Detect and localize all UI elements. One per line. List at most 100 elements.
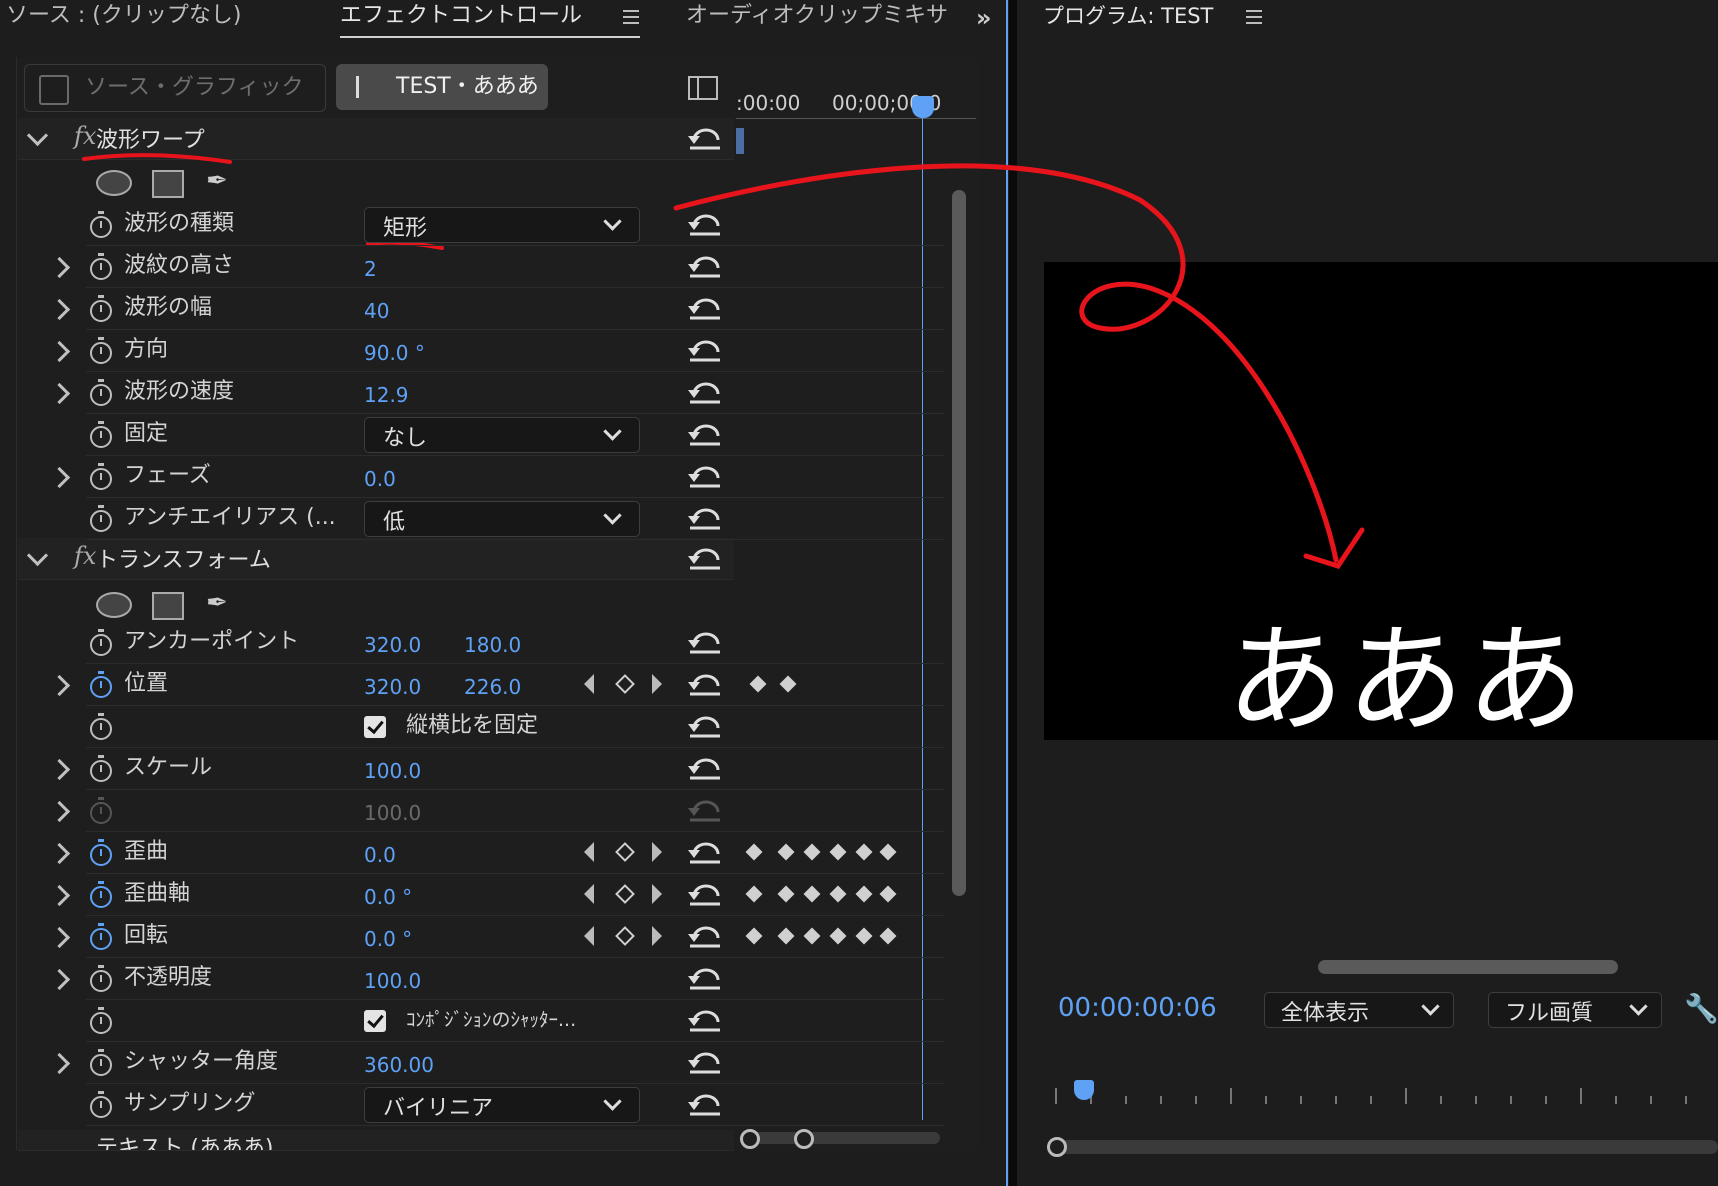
property-dropdown[interactable]: 矩形	[364, 207, 640, 243]
stopwatch-icon[interactable]	[90, 629, 112, 656]
program-playhead[interactable]	[1074, 1080, 1094, 1100]
rectangle-mask-icon[interactable]	[152, 592, 184, 620]
property-value[interactable]: 320.0	[364, 673, 421, 701]
fx-icon[interactable]: fx	[74, 122, 96, 150]
stopwatch-icon[interactable]	[90, 671, 112, 698]
property-value[interactable]: 40	[364, 297, 389, 325]
program-timecode[interactable]: 00:00:00:06	[1058, 993, 1217, 1023]
reset-icon[interactable]	[688, 966, 722, 990]
fx-icon[interactable]: fx	[74, 542, 96, 570]
stopwatch-icon[interactable]	[90, 421, 112, 448]
prev-keyframe-icon[interactable]	[584, 884, 594, 904]
quality-dropdown[interactable]: フル画質	[1488, 992, 1662, 1028]
tab-effect-controls[interactable]: エフェクトコントロール	[340, 0, 582, 32]
program-zoom-handle[interactable]	[1047, 1137, 1067, 1157]
reset-icon[interactable]	[688, 296, 722, 320]
more-tabs-icon[interactable]: »	[976, 4, 992, 32]
text-section-header[interactable]: テキスト (あああ)	[18, 1130, 734, 1151]
transform-reset-icon[interactable]	[688, 546, 722, 570]
wave-warp-reset-icon[interactable]	[688, 126, 722, 150]
ellipse-mask-icon[interactable]	[96, 170, 132, 196]
program-menu-icon[interactable]	[1246, 10, 1262, 24]
reset-icon[interactable]	[688, 882, 722, 906]
property-value[interactable]: 226.0	[464, 673, 521, 701]
stopwatch-icon[interactable]	[90, 965, 112, 992]
prev-keyframe-icon[interactable]	[584, 926, 594, 946]
comp-shutter-checkbox[interactable]	[364, 1010, 386, 1032]
reset-icon[interactable]	[688, 338, 722, 362]
reset-icon[interactable]	[688, 1092, 722, 1116]
property-value[interactable]: 0.0	[364, 465, 396, 493]
ellipse-mask-icon[interactable]	[96, 592, 132, 618]
reset-icon[interactable]	[688, 840, 722, 864]
reset-icon[interactable]	[688, 630, 722, 654]
reset-icon[interactable]	[688, 1050, 722, 1074]
keyframe-navigator[interactable]	[584, 842, 674, 866]
reset-icon[interactable]	[688, 798, 722, 822]
keyframe-navigator[interactable]	[584, 884, 674, 908]
program-zoom-bar[interactable]	[1048, 1140, 1718, 1154]
reset-icon[interactable]	[688, 380, 722, 404]
keyframe-navigator[interactable]	[584, 674, 674, 698]
stopwatch-icon[interactable]	[90, 1007, 112, 1034]
program-hscroll[interactable]	[1318, 960, 1618, 974]
keyframe-navigator[interactable]	[584, 926, 674, 950]
stopwatch-icon[interactable]	[90, 923, 112, 950]
settings-wrench-icon[interactable]: 🔧	[1684, 992, 1718, 1025]
prev-keyframe-icon[interactable]	[584, 842, 594, 862]
panel-divider[interactable]	[1006, 0, 1008, 1186]
stopwatch-icon[interactable]	[90, 881, 112, 908]
reset-icon[interactable]	[688, 756, 722, 780]
add-keyframe-icon[interactable]	[615, 884, 635, 904]
effect-controls-menu-icon[interactable]	[623, 10, 639, 24]
zoom-handle-left[interactable]	[740, 1129, 760, 1149]
property-value[interactable]: 2	[364, 255, 377, 283]
tab-source[interactable]: ソース : (クリップなし)	[6, 0, 241, 32]
property-value[interactable]: 0.0 °	[364, 883, 412, 911]
collapse-wave-warp-icon[interactable]	[26, 124, 49, 147]
next-keyframe-icon[interactable]	[652, 926, 662, 946]
next-keyframe-icon[interactable]	[652, 674, 662, 694]
reset-icon[interactable]	[688, 1008, 722, 1032]
add-keyframe-icon[interactable]	[615, 842, 635, 862]
pen-mask-icon[interactable]: ✒	[206, 166, 228, 196]
next-keyframe-icon[interactable]	[652, 842, 662, 862]
toggle-timeline-icon[interactable]	[688, 76, 718, 100]
fit-dropdown[interactable]: 全体表示	[1264, 992, 1454, 1028]
timeline-zoom-bar[interactable]	[740, 1132, 940, 1144]
property-dropdown[interactable]: 低	[364, 501, 640, 537]
stopwatch-icon[interactable]	[90, 295, 112, 322]
stopwatch-icon[interactable]	[90, 253, 112, 280]
sequence-clip-button[interactable]: TEST・あああ	[336, 64, 548, 110]
timeline-vscroll[interactable]	[952, 190, 966, 896]
reset-icon[interactable]	[688, 422, 722, 446]
reset-icon[interactable]	[688, 672, 722, 696]
reset-icon[interactable]	[688, 924, 722, 948]
stopwatch-icon[interactable]	[90, 1091, 112, 1118]
property-value[interactable]: 12.9	[364, 381, 409, 409]
stopwatch-icon[interactable]	[90, 1049, 112, 1076]
stopwatch-icon[interactable]	[90, 379, 112, 406]
wave-warp-header[interactable]: fx 波形ワープ	[18, 118, 734, 160]
zoom-handle-right[interactable]	[794, 1129, 814, 1149]
stopwatch-icon[interactable]	[90, 755, 112, 782]
reset-icon[interactable]	[688, 464, 722, 488]
stopwatch-icon[interactable]	[90, 713, 112, 740]
stopwatch-icon[interactable]	[90, 505, 112, 532]
property-value[interactable]: 0.0	[364, 841, 396, 869]
collapse-transform-icon[interactable]	[26, 544, 49, 567]
program-ruler[interactable]	[1044, 1088, 1718, 1104]
stopwatch-icon[interactable]	[90, 211, 112, 238]
add-keyframe-icon[interactable]	[615, 674, 635, 694]
transform-header[interactable]: fx トランスフォーム	[18, 538, 734, 580]
property-value[interactable]: 320.0	[364, 631, 421, 659]
reset-icon[interactable]	[688, 254, 722, 278]
property-dropdown[interactable]: バイリニア	[364, 1087, 640, 1123]
rectangle-mask-icon[interactable]	[152, 170, 184, 198]
playhead-marker[interactable]	[912, 96, 934, 118]
pen-mask-icon[interactable]: ✒	[206, 588, 228, 618]
uniform-scale-checkbox[interactable]	[364, 716, 386, 738]
property-value[interactable]: 90.0 °	[364, 339, 425, 367]
stopwatch-icon[interactable]	[90, 797, 112, 824]
reset-icon[interactable]	[688, 506, 722, 530]
